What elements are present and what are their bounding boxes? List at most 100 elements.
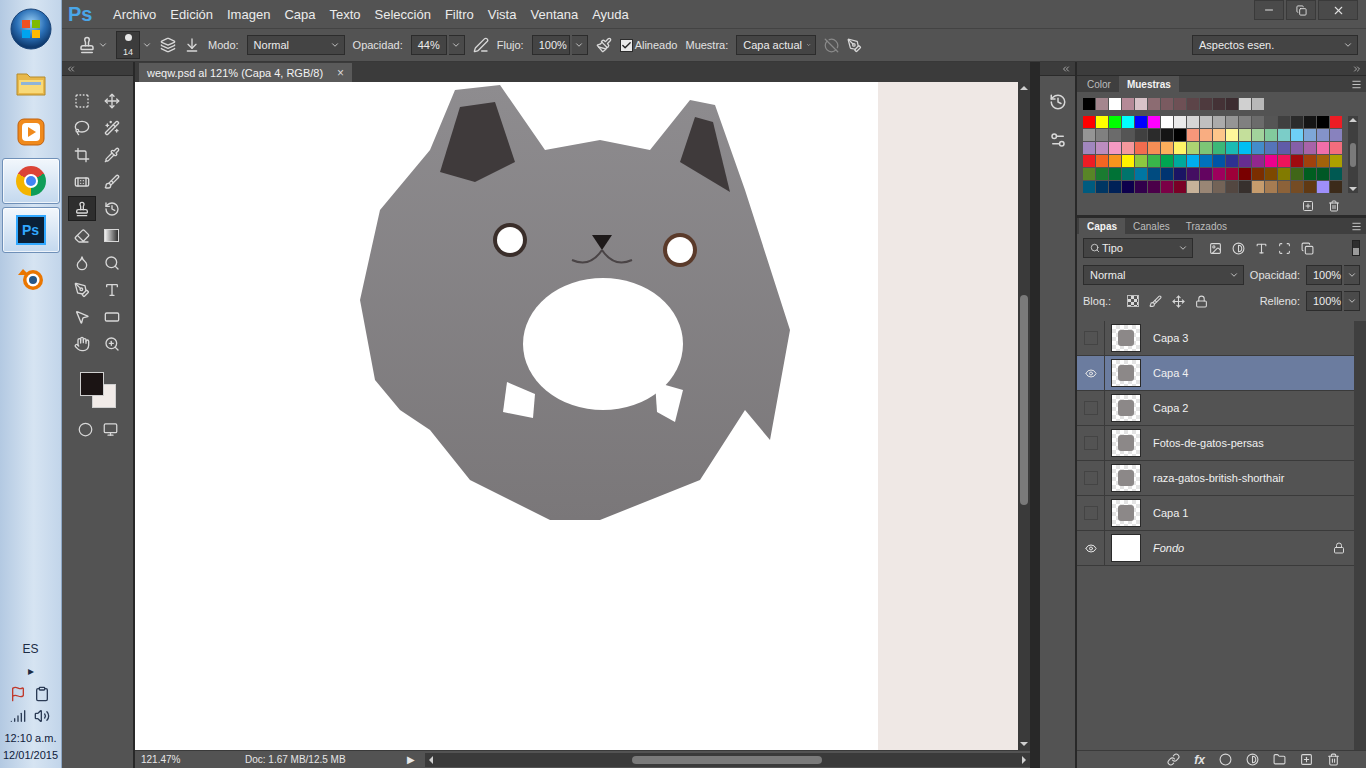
swatch[interactable] (1239, 155, 1251, 167)
swatch[interactable] (1109, 142, 1121, 154)
swatch[interactable] (1174, 98, 1186, 110)
opacity-field[interactable]: 44% (411, 35, 447, 55)
swatch[interactable] (1187, 155, 1199, 167)
swatch[interactable] (1239, 181, 1251, 193)
swatch[interactable] (1148, 181, 1160, 193)
screen-mode-icon[interactable] (103, 422, 118, 437)
swatch[interactable] (1122, 181, 1134, 193)
menu-item[interactable]: Capa (277, 7, 322, 22)
menu-item[interactable]: Ventana (523, 7, 585, 22)
swatch[interactable] (1109, 116, 1121, 128)
swatch[interactable] (1174, 129, 1186, 141)
swatch[interactable] (1317, 181, 1329, 193)
blend-mode-dropdown[interactable]: Normal (1083, 265, 1244, 285)
lock-all-icon[interactable] (1195, 295, 1208, 308)
swatch[interactable] (1135, 98, 1147, 110)
swatch[interactable] (1122, 168, 1134, 180)
panel-tab[interactable]: Trazados (1178, 218, 1235, 234)
swatch[interactable] (1330, 129, 1342, 141)
swatch[interactable] (1265, 116, 1277, 128)
panel-tab[interactable]: Color (1079, 76, 1119, 92)
swatch[interactable] (1148, 142, 1160, 154)
menu-item[interactable]: Filtro (438, 7, 481, 22)
visibility-toggle[interactable] (1077, 426, 1105, 460)
tool-button[interactable] (98, 169, 126, 194)
layer-row[interactable]: Capa 2 (1077, 391, 1354, 426)
tool-button[interactable] (98, 304, 126, 329)
tool-button[interactable] (68, 277, 96, 302)
swatch[interactable] (1226, 116, 1238, 128)
new-swatch-icon[interactable] (1302, 200, 1314, 212)
swatch[interactable] (1304, 155, 1316, 167)
swatch[interactable] (1317, 142, 1329, 154)
tool-button[interactable] (68, 196, 96, 221)
filter-toggle[interactable] (1352, 240, 1360, 256)
swatch[interactable] (1148, 155, 1160, 167)
swatch[interactable] (1226, 142, 1238, 154)
canvas[interactable] (135, 82, 878, 750)
swatch[interactable] (1200, 129, 1212, 141)
menu-item[interactable]: Ayuda (585, 7, 636, 22)
lock-transparency-icon[interactable] (1127, 295, 1139, 307)
swatch[interactable] (1135, 129, 1147, 141)
info-menu-button[interactable]: ▶ (407, 754, 417, 765)
restore-button[interactable] (1286, 0, 1316, 20)
swatch[interactable] (1109, 129, 1121, 141)
visibility-toggle[interactable] (1077, 391, 1105, 425)
swatch[interactable] (1083, 98, 1095, 110)
layer-row[interactable]: Fondo (1077, 531, 1354, 566)
panel-menu-icon[interactable] (1351, 79, 1362, 90)
menu-item[interactable]: Vista (481, 7, 524, 22)
type-filter-icon[interactable] (1255, 242, 1268, 255)
swatch[interactable] (1083, 155, 1095, 167)
swatch[interactable] (1174, 181, 1186, 193)
minimize-button[interactable] (1254, 0, 1284, 20)
tool-button[interactable] (68, 304, 96, 329)
adjustment-filter-icon[interactable] (1232, 242, 1245, 255)
pixel-filter-icon[interactable] (1209, 242, 1222, 255)
layers-scrollbar[interactable] (1354, 321, 1366, 750)
panel-tab[interactable]: Capas (1079, 218, 1125, 234)
swatch[interactable] (1161, 181, 1173, 193)
swatch[interactable] (1291, 116, 1303, 128)
taskbar-app[interactable]: Ps (2, 207, 60, 253)
swatch[interactable] (1239, 142, 1251, 154)
swatch[interactable] (1304, 116, 1316, 128)
tool-button[interactable] (68, 88, 96, 113)
swatch[interactable] (1083, 181, 1095, 193)
layer-opacity-field[interactable]: 100% (1306, 265, 1342, 285)
tool-button[interactable] (68, 169, 96, 194)
scroll-thumb[interactable] (1020, 295, 1028, 505)
swatch[interactable] (1187, 98, 1199, 110)
taskbar-app[interactable] (2, 109, 60, 155)
layer-name[interactable]: Capa 1 (1153, 507, 1354, 519)
swatch[interactable] (1278, 142, 1290, 154)
swatch[interactable] (1265, 168, 1277, 180)
visibility-toggle[interactable] (1077, 531, 1105, 565)
link-icon[interactable] (1167, 753, 1180, 766)
tool-button[interactable] (98, 277, 126, 302)
tool-button[interactable] (98, 196, 126, 221)
swatch[interactable] (1109, 168, 1121, 180)
expand-icon[interactable] (1061, 64, 1071, 74)
brush-picker[interactable]: 14 (116, 31, 152, 59)
swatch[interactable] (1330, 142, 1342, 154)
swatch[interactable] (1278, 168, 1290, 180)
swatch[interactable] (1161, 168, 1173, 180)
swatch[interactable] (1317, 155, 1329, 167)
swatch[interactable] (1265, 181, 1277, 193)
layer-row[interactable]: Capa 4 (1077, 356, 1354, 391)
ignore-adjustment-icon[interactable] (824, 38, 839, 53)
swatch[interactable] (1226, 155, 1238, 167)
tool-button[interactable] (68, 142, 96, 167)
brush-panel-icon[interactable] (160, 37, 176, 53)
taskbar-app[interactable] (2, 60, 60, 106)
swatch[interactable] (1213, 155, 1225, 167)
swatch[interactable] (1083, 116, 1095, 128)
swatch[interactable] (1291, 142, 1303, 154)
swatch[interactable] (1330, 168, 1342, 180)
panel-tab[interactable]: Canales (1125, 218, 1178, 234)
flow-field[interactable]: 100% (532, 35, 570, 55)
swatch[interactable] (1317, 129, 1329, 141)
swatch[interactable] (1213, 142, 1225, 154)
